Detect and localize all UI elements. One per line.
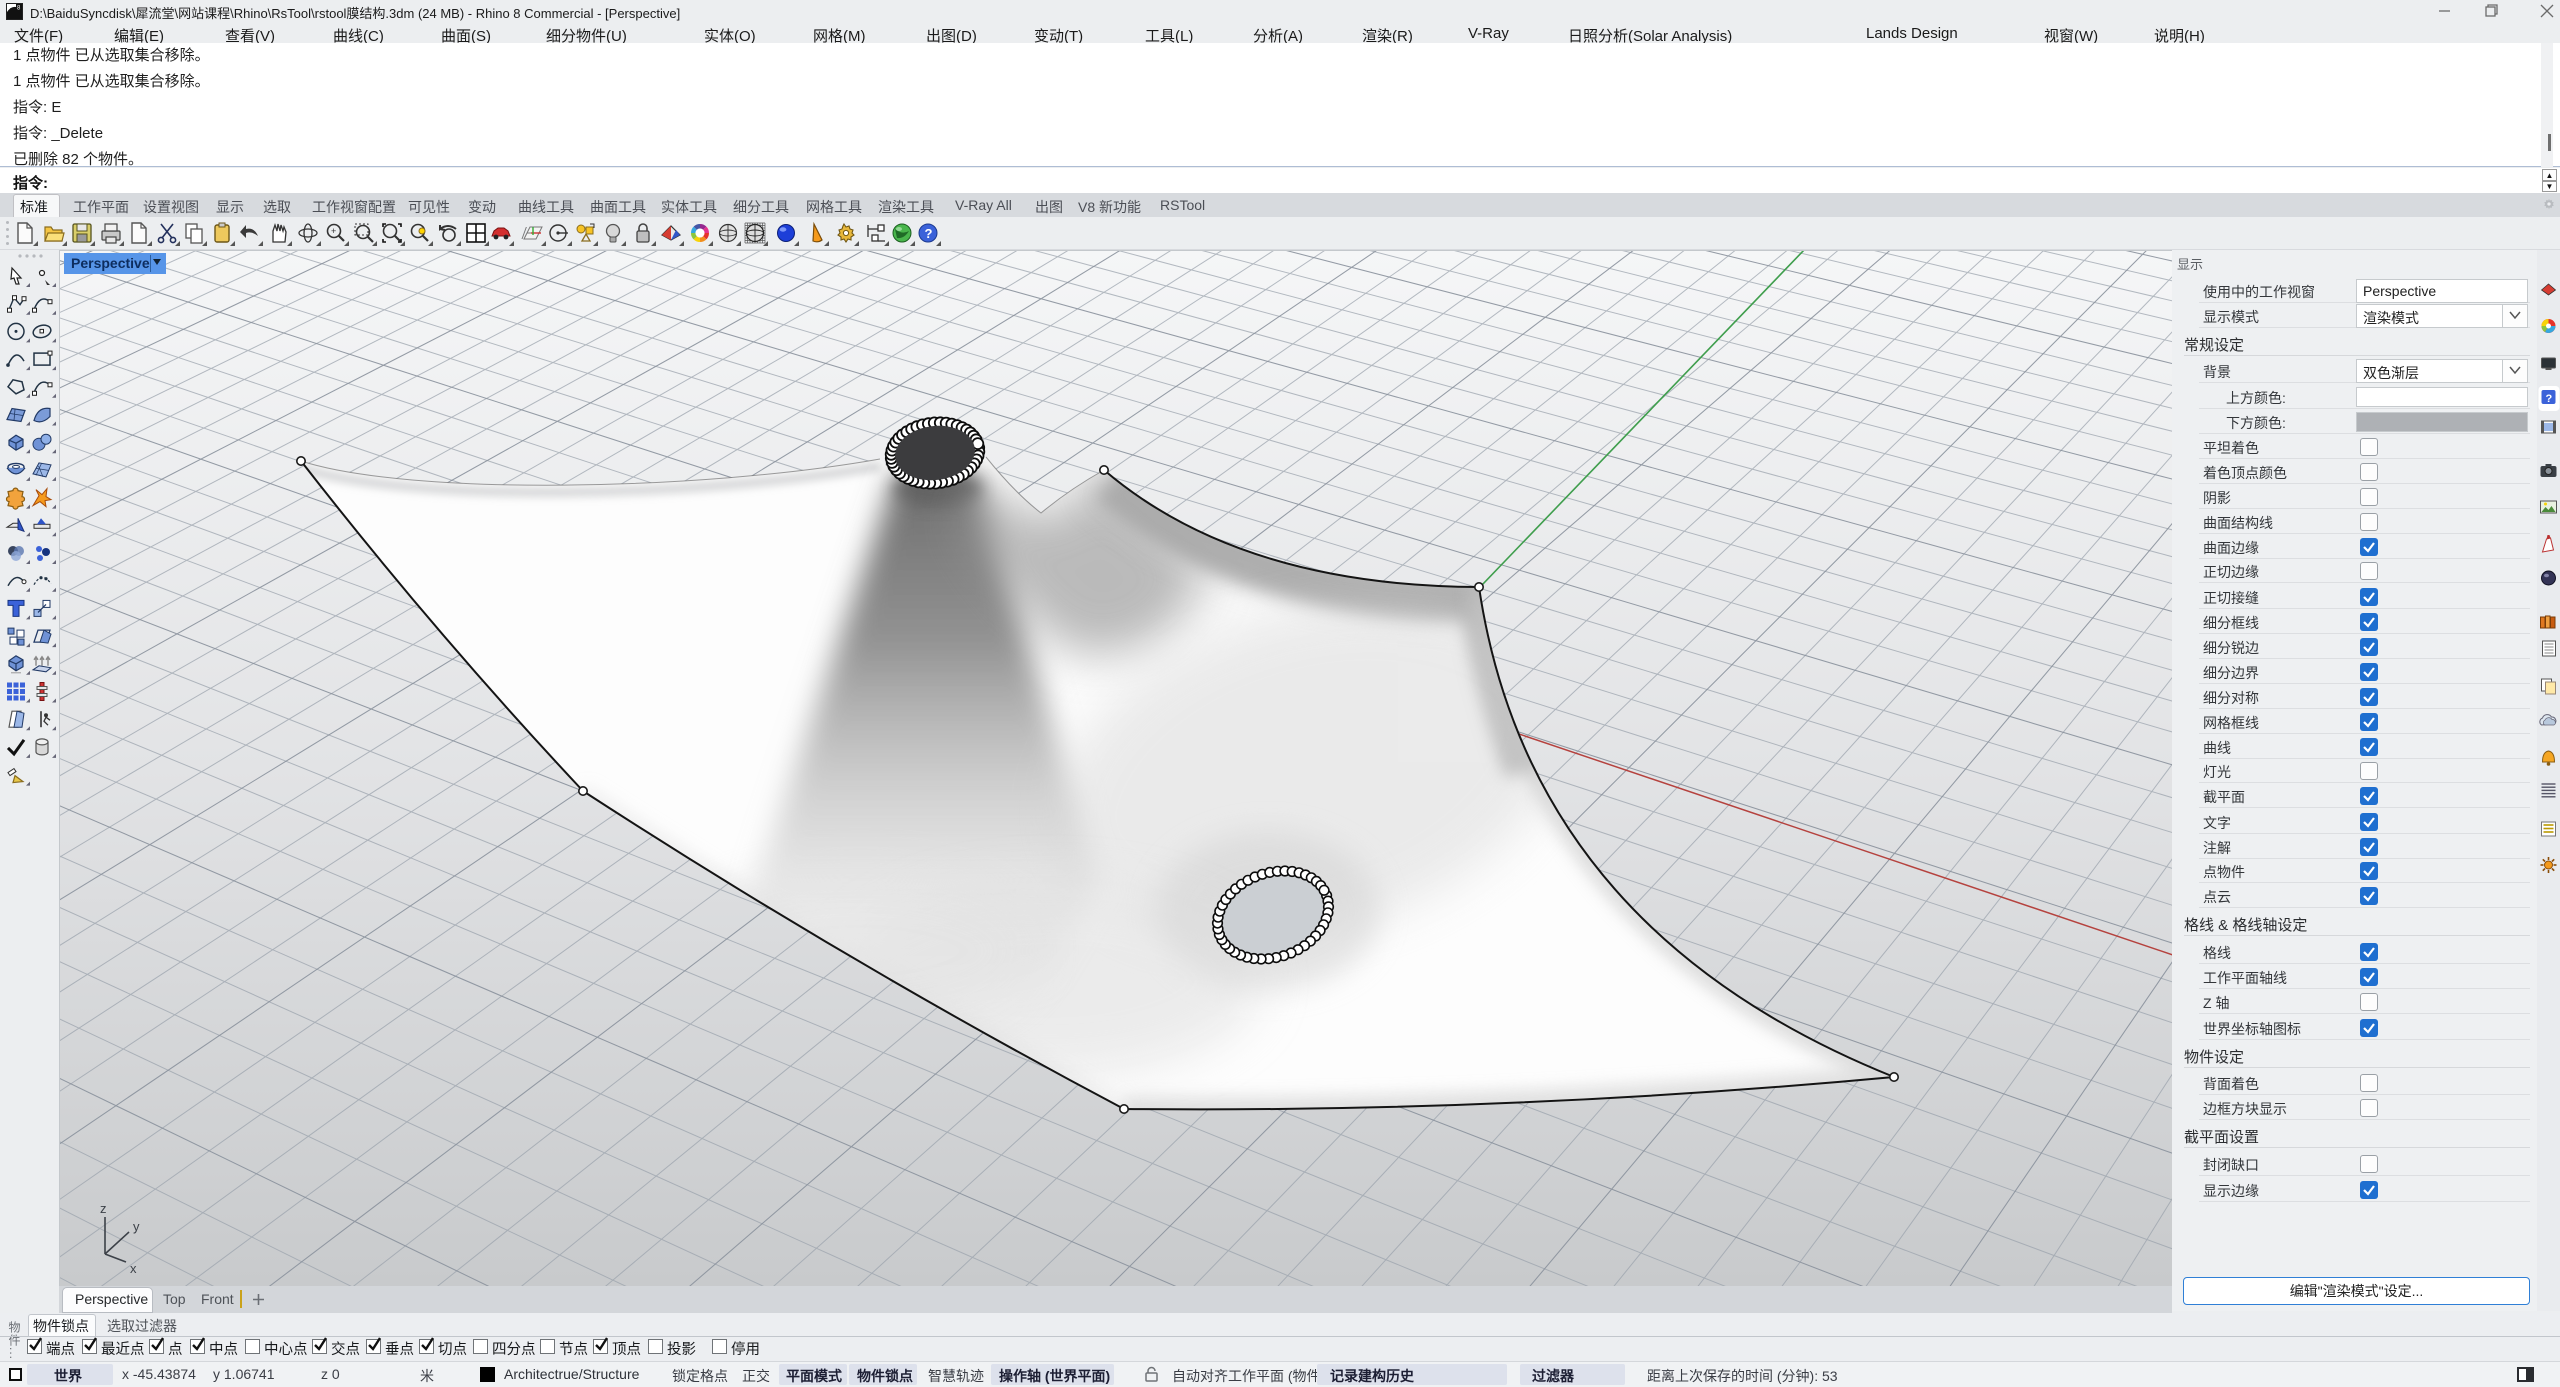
svg-text:?: ? [2546,393,2553,405]
svg-text:x: x [130,1261,137,1276]
svg-text:?: ? [925,226,933,241]
svg-text:+: + [331,226,336,236]
svg-text:y: y [133,1219,140,1234]
svg-text:z: z [100,1201,107,1216]
